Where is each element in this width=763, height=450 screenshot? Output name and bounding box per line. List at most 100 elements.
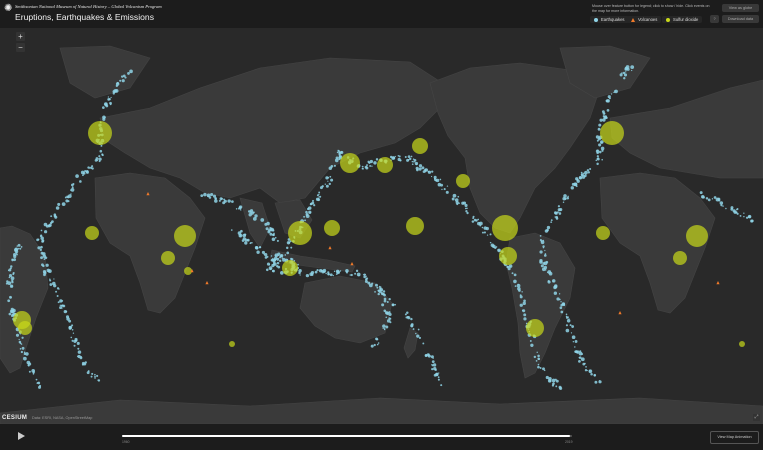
earthquake-marker[interactable] bbox=[49, 221, 53, 225]
earthquake-marker[interactable] bbox=[412, 328, 415, 330]
earthquake-marker[interactable] bbox=[277, 265, 281, 269]
earthquake-marker[interactable] bbox=[278, 259, 282, 262]
earthquake-marker[interactable] bbox=[272, 269, 275, 273]
earthquake-marker[interactable] bbox=[114, 88, 119, 93]
earthquake-marker[interactable] bbox=[412, 158, 415, 160]
earthquake-marker[interactable] bbox=[241, 239, 245, 242]
earthquake-marker[interactable] bbox=[519, 294, 522, 297]
earthquake-marker[interactable] bbox=[328, 182, 331, 186]
earthquake-marker[interactable] bbox=[431, 360, 435, 364]
earthquake-marker[interactable] bbox=[379, 288, 382, 290]
earthquake-marker[interactable] bbox=[318, 191, 321, 194]
earthquake-marker[interactable] bbox=[57, 301, 60, 304]
earthquake-marker[interactable] bbox=[422, 342, 425, 345]
earthquake-marker[interactable] bbox=[498, 249, 501, 252]
earthquake-marker[interactable] bbox=[15, 253, 18, 256]
earthquake-marker[interactable] bbox=[563, 194, 567, 198]
earthquake-marker[interactable] bbox=[554, 211, 558, 215]
earthquake-marker[interactable] bbox=[115, 82, 120, 86]
earthquake-marker[interactable] bbox=[383, 293, 386, 297]
earthquake-marker[interactable] bbox=[388, 311, 391, 314]
earthquake-marker[interactable] bbox=[362, 167, 364, 170]
earthquake-marker[interactable] bbox=[214, 199, 218, 203]
earthquake-marker[interactable] bbox=[89, 166, 93, 169]
earthquake-marker[interactable] bbox=[84, 361, 87, 364]
earthquake-marker[interactable] bbox=[61, 202, 66, 206]
earthquake-marker[interactable] bbox=[580, 171, 583, 174]
earthquake-marker[interactable] bbox=[542, 247, 545, 249]
earthquake-marker[interactable] bbox=[598, 150, 602, 154]
earthquake-marker[interactable] bbox=[748, 215, 751, 219]
earthquake-marker[interactable] bbox=[79, 180, 82, 183]
earthquake-marker[interactable] bbox=[39, 384, 42, 387]
earthquake-marker[interactable] bbox=[596, 151, 599, 155]
earthquake-marker[interactable] bbox=[39, 248, 42, 252]
earthquake-marker[interactable] bbox=[305, 273, 310, 278]
earthquake-marker[interactable] bbox=[308, 210, 312, 214]
earthquake-marker[interactable] bbox=[373, 343, 376, 347]
earthquake-marker[interactable] bbox=[598, 380, 601, 382]
earthquake-marker[interactable] bbox=[563, 304, 566, 307]
earthquake-marker[interactable] bbox=[596, 149, 599, 152]
zoom-in-button[interactable]: + bbox=[16, 32, 25, 41]
earthquake-marker[interactable] bbox=[383, 309, 387, 313]
earthquake-marker[interactable] bbox=[101, 153, 104, 156]
earthquake-marker[interactable] bbox=[55, 206, 60, 210]
earthquake-marker[interactable] bbox=[107, 96, 110, 98]
earthquake-marker[interactable] bbox=[77, 347, 80, 350]
sulfur-dioxide-plume[interactable] bbox=[85, 226, 99, 240]
sulfur-dioxide-plume[interactable] bbox=[596, 226, 610, 240]
earthquake-marker[interactable] bbox=[374, 291, 376, 293]
earthquake-marker[interactable] bbox=[40, 229, 43, 232]
earthquake-marker[interactable] bbox=[394, 155, 396, 158]
earthquake-marker[interactable] bbox=[565, 328, 570, 333]
earthquake-marker[interactable] bbox=[286, 259, 288, 261]
earthquake-marker[interactable] bbox=[557, 205, 561, 208]
earthquake-marker[interactable] bbox=[736, 207, 739, 210]
earthquake-marker[interactable] bbox=[336, 151, 339, 154]
earthquake-marker[interactable] bbox=[240, 229, 243, 233]
earthquake-marker[interactable] bbox=[19, 247, 22, 250]
earthquake-marker[interactable] bbox=[17, 243, 21, 247]
earthquake-marker[interactable] bbox=[339, 270, 342, 272]
earthquake-marker[interactable] bbox=[614, 89, 618, 94]
earthquake-marker[interactable] bbox=[61, 299, 64, 302]
earthquake-marker[interactable] bbox=[368, 283, 373, 288]
sulfur-dioxide-plume[interactable] bbox=[377, 157, 393, 173]
earthquake-marker[interactable] bbox=[18, 338, 20, 341]
earthquake-marker[interactable] bbox=[719, 201, 724, 205]
earthquake-marker[interactable] bbox=[214, 197, 217, 200]
earthquake-marker[interactable] bbox=[59, 306, 63, 310]
sulfur-dioxide-plume[interactable] bbox=[229, 341, 235, 347]
earthquake-marker[interactable] bbox=[19, 342, 22, 345]
earthquake-marker[interactable] bbox=[82, 174, 84, 177]
earthquake-marker[interactable] bbox=[437, 376, 440, 379]
earthquake-marker[interactable] bbox=[49, 283, 53, 286]
earthquake-marker[interactable] bbox=[96, 374, 99, 378]
earthquake-marker[interactable] bbox=[200, 194, 204, 198]
earthquake-marker[interactable] bbox=[303, 215, 306, 218]
earthquake-marker[interactable] bbox=[513, 273, 517, 277]
earthquake-marker[interactable] bbox=[273, 258, 276, 262]
earthquake-marker[interactable] bbox=[537, 363, 540, 366]
earthquake-marker[interactable] bbox=[79, 356, 83, 360]
sulfur-dioxide-plume[interactable] bbox=[161, 251, 175, 265]
earthquake-marker[interactable] bbox=[578, 356, 580, 359]
sulfur-dioxide-plume[interactable] bbox=[184, 267, 192, 275]
earthquake-marker[interactable] bbox=[71, 339, 74, 342]
earthquake-marker[interactable] bbox=[430, 355, 434, 359]
earthquake-marker[interactable] bbox=[540, 264, 544, 268]
earthquake-marker[interactable] bbox=[486, 234, 489, 236]
earthquake-marker[interactable] bbox=[381, 303, 385, 307]
earthquake-marker[interactable] bbox=[376, 338, 379, 341]
earthquake-marker[interactable] bbox=[364, 280, 368, 284]
earthquake-marker[interactable] bbox=[544, 269, 547, 271]
legend-sulfur-button[interactable]: Sulfur dioxide bbox=[662, 16, 703, 23]
earthquake-marker[interactable] bbox=[597, 127, 601, 131]
earthquake-marker[interactable] bbox=[17, 247, 20, 250]
earthquake-marker[interactable] bbox=[65, 199, 69, 203]
earthquake-marker[interactable] bbox=[330, 178, 334, 182]
earthquake-marker[interactable] bbox=[268, 266, 273, 270]
earthquake-marker[interactable] bbox=[319, 195, 322, 198]
earthquake-marker[interactable] bbox=[48, 269, 52, 273]
